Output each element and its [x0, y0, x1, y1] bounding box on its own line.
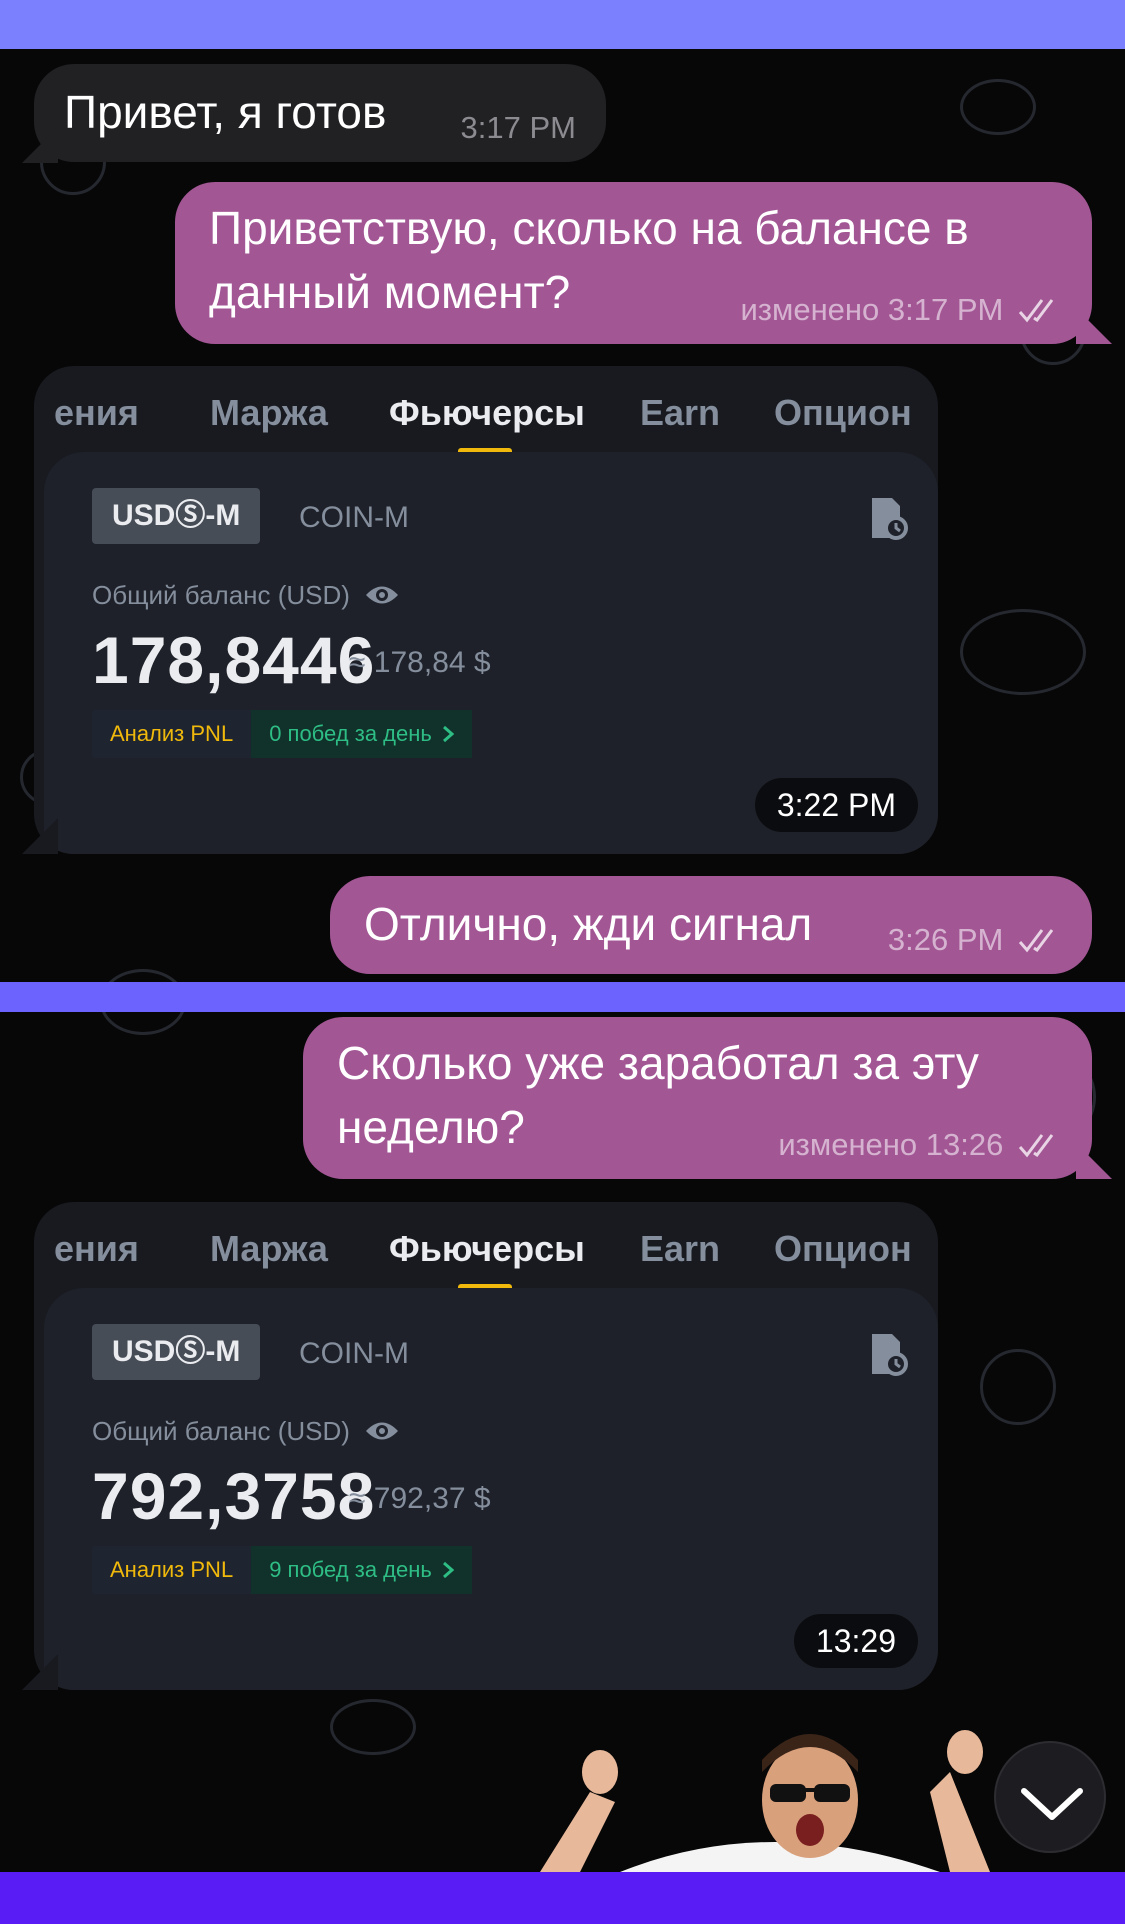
- message-bubble-outgoing[interactable]: Отлично, жди сигнал 3:26 PM: [330, 876, 1092, 974]
- wins-text: 9 побед за день: [269, 1557, 432, 1582]
- exchange-screenshot[interactable]: ения Маржа Фьючерсы Earn Опцион USDⓈ-M C…: [34, 366, 938, 854]
- message-time: 3:17 PM: [460, 110, 576, 145]
- tab-earn[interactable]: Earn: [640, 1228, 720, 1270]
- wins-badge: 9 побед за день: [251, 1546, 472, 1594]
- edited-label: изменено: [778, 1127, 918, 1162]
- tab-options[interactable]: Опцион: [774, 392, 912, 434]
- wins-badge: 0 побед за день: [251, 710, 472, 758]
- eye-icon[interactable]: [364, 582, 400, 608]
- top-bar: [0, 0, 1125, 49]
- coin-m-toggle[interactable]: COIN-M: [299, 490, 409, 546]
- bottom-bar: [0, 1872, 1125, 1924]
- tab-partial[interactable]: ения: [54, 1228, 139, 1270]
- message-text: Отлично, жди сигнал: [364, 898, 813, 950]
- message-bubble-outgoing[interactable]: Приветствую, сколько на балансе в данный…: [175, 182, 1092, 344]
- usds-m-toggle[interactable]: USDⓈ-M: [92, 1324, 261, 1380]
- message-time: 3:26 PM: [887, 922, 1004, 957]
- edited-label: изменено: [740, 292, 880, 327]
- exchange-screenshot[interactable]: ения Маржа Фьючерсы Earn Опцион USDⓈ-M C…: [34, 1202, 938, 1690]
- balance-label: Общий баланс (USD): [92, 1416, 350, 1446]
- balance-approx: ≈ 178,84 $: [349, 646, 491, 679]
- history-icon[interactable]: [868, 1330, 908, 1376]
- wins-text: 0 побед за день: [269, 721, 432, 746]
- message-time: 13:29: [793, 1614, 918, 1668]
- message-bubble-outgoing[interactable]: Сколько уже заработал за эту неделю? изм…: [303, 1017, 1092, 1179]
- eye-icon[interactable]: [364, 1418, 400, 1444]
- message-time: 3:17 PM: [887, 292, 1004, 327]
- scroll-down-button[interactable]: [994, 1741, 1106, 1853]
- history-icon[interactable]: [868, 494, 908, 540]
- coin-m-toggle[interactable]: COIN-M: [299, 1326, 409, 1382]
- pnl-label: Анализ PNL: [110, 1557, 234, 1582]
- tab-margin[interactable]: Маржа: [210, 392, 328, 434]
- message-time: 3:22 PM: [754, 778, 918, 832]
- balance-approx: ≈ 792,37 $: [349, 1482, 491, 1515]
- futures-panel: USDⓈ-M COIN-M Общий баланс (USD) 178,844…: [44, 452, 938, 854]
- chevron-right-icon: [442, 1561, 454, 1579]
- balance-value: 178,8446: [92, 623, 376, 697]
- tab-options[interactable]: Опцион: [774, 1228, 912, 1270]
- message-meta: изменено 13:26: [778, 1127, 1062, 1163]
- message-meta: 3:26 PM: [888, 922, 1062, 958]
- divider-bar: [0, 982, 1125, 1012]
- futures-panel: USDⓈ-M COIN-M Общий баланс (USD) 792,375…: [44, 1288, 938, 1690]
- double-check-icon: [1018, 1134, 1054, 1158]
- message-text: Привет, я готов: [64, 86, 387, 138]
- tab-margin[interactable]: Маржа: [210, 1228, 328, 1270]
- account-tabs: ения Маржа Фьючерсы Earn Опцион: [34, 1202, 938, 1292]
- pnl-analysis[interactable]: Анализ PNL 0 побед за день: [92, 710, 472, 758]
- tab-futures[interactable]: Фьючерсы: [389, 392, 585, 434]
- tab-partial[interactable]: ения: [54, 392, 139, 434]
- usds-m-toggle[interactable]: USDⓈ-M: [92, 488, 261, 544]
- account-tabs: ения Маржа Фьючерсы Earn Опцион: [34, 366, 938, 456]
- double-check-icon: [1018, 929, 1054, 953]
- message-meta: изменено 3:17 PM: [740, 292, 1062, 328]
- message-time: 13:26: [925, 1127, 1004, 1162]
- tab-earn[interactable]: Earn: [640, 392, 720, 434]
- pnl-label: Анализ PNL: [110, 721, 234, 746]
- chevron-down-icon: [1021, 1788, 1083, 1820]
- balance-label: Общий баланс (USD): [92, 580, 350, 610]
- celebration-sticker[interactable]: [520, 1712, 1000, 1872]
- double-check-icon: [1018, 299, 1054, 323]
- chevron-right-icon: [442, 725, 454, 743]
- tab-futures[interactable]: Фьючерсы: [389, 1228, 585, 1270]
- balance-value: 792,3758: [92, 1459, 376, 1533]
- pnl-analysis[interactable]: Анализ PNL 9 побед за день: [92, 1546, 472, 1594]
- message-bubble-incoming[interactable]: Привет, я готов 3:17 PM: [34, 64, 606, 162]
